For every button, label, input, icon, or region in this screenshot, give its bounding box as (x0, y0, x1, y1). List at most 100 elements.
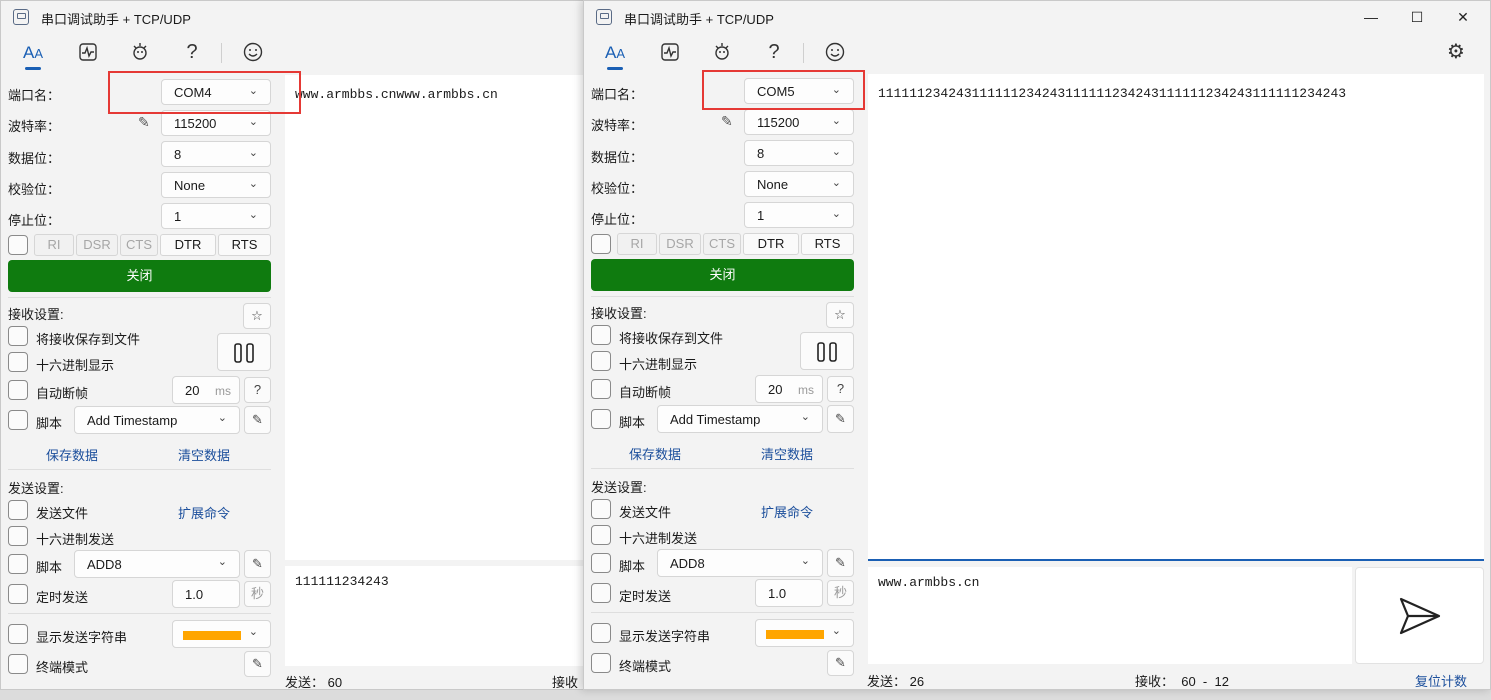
send-file-checkbox[interactable] (591, 499, 611, 519)
hex-display-checkbox[interactable] (591, 351, 611, 371)
databits-select[interactable]: 8 ⌄ (744, 140, 854, 166)
dsr-button[interactable]: DSR (659, 233, 701, 255)
ri-button[interactable]: RI (617, 233, 657, 255)
color-select[interactable]: ⌄ (755, 619, 854, 647)
save-to-file-checkbox[interactable] (591, 325, 611, 345)
minimize-icon[interactable]: — (1348, 1, 1394, 33)
font-icon[interactable]: AA (16, 35, 50, 70)
title-bar[interactable]: 串口调试助手 + TCP/UDP — ☐ ✕ (584, 1, 1490, 33)
dtr-button[interactable]: DTR (160, 234, 216, 256)
edit-script-icon[interactable]: ✎ (244, 406, 271, 434)
save-data-link[interactable]: 保存数据 (46, 445, 98, 464)
edit-baud-icon[interactable]: ✎ (138, 114, 150, 131)
send-script-select[interactable]: ADD8 ⌄ (657, 549, 823, 577)
frame-ms-input[interactable]: 20 ms (172, 376, 240, 404)
auto-frame-checkbox[interactable] (591, 379, 611, 399)
terminal-mode-checkbox[interactable] (591, 653, 611, 673)
edit-script-icon[interactable]: ✎ (827, 405, 854, 433)
help-button[interactable]: ? (244, 377, 271, 403)
cts-button[interactable]: CTS (120, 234, 158, 256)
hex-send-checkbox[interactable] (8, 526, 28, 546)
rts-button[interactable]: RTS (218, 234, 271, 256)
smiley-icon[interactable] (236, 35, 270, 69)
send-script-select[interactable]: ADD8 ⌄ (74, 550, 240, 578)
chevron-down-icon: ⌄ (831, 177, 841, 189)
databits-select[interactable]: 8 ⌄ (161, 141, 271, 167)
help-button[interactable]: ? (827, 376, 854, 402)
recv-script-select[interactable]: Add Timestamp ⌄ (657, 405, 823, 433)
save-data-link[interactable]: 保存数据 (629, 444, 681, 463)
dsr-button[interactable]: DSR (76, 234, 118, 256)
baud-select[interactable]: 115200 ⌄ (744, 109, 854, 135)
plugin-icon[interactable] (123, 35, 157, 69)
send-script-checkbox[interactable] (8, 554, 28, 574)
save-to-file-checkbox[interactable] (8, 326, 28, 346)
title-bar[interactable]: 串口调试助手 + TCP/UDP (1, 1, 589, 33)
send-script-label: 脚本 (36, 560, 63, 575)
timed-send-checkbox[interactable] (591, 583, 611, 603)
close-icon[interactable]: ✕ (1440, 1, 1486, 33)
timed-send-checkbox[interactable] (8, 584, 28, 604)
stopbits-select[interactable]: 1 ⌄ (161, 203, 271, 229)
edit-script-icon[interactable]: ✎ (827, 549, 854, 577)
plugin-icon[interactable] (705, 35, 739, 69)
cts-button[interactable]: CTS (703, 233, 741, 255)
auto-frame-checkbox[interactable] (8, 380, 28, 400)
ri-button[interactable]: RI (34, 234, 74, 256)
dtr-button[interactable]: DTR (743, 233, 799, 255)
pause-icon[interactable] (217, 333, 271, 371)
close-port-button[interactable]: 关闭 (591, 259, 854, 291)
parity-value: None (757, 177, 789, 192)
edit-script-icon[interactable]: ✎ (244, 550, 271, 578)
edit-icon[interactable]: ✎ (827, 650, 854, 676)
receive-area[interactable]: 1111112342431111112342431111112342431111… (868, 74, 1484, 561)
highlight-box (702, 70, 865, 110)
receive-area[interactable]: www.armbbs.cnwww.armbbs.cn (285, 75, 589, 560)
timer-input[interactable]: 1.0 (172, 580, 240, 608)
reset-count-link[interactable]: 复位计数 (1415, 671, 1467, 689)
color-select[interactable]: ⌄ (172, 620, 271, 648)
toolbar-separator (803, 43, 804, 63)
recv-script-select[interactable]: Add Timestamp ⌄ (74, 406, 240, 434)
close-port-button[interactable]: 关闭 (8, 260, 271, 292)
rts-button[interactable]: RTS (801, 233, 854, 255)
clear-data-link[interactable]: 清空数据 (761, 444, 813, 463)
waveform-icon[interactable] (71, 35, 105, 69)
maximize-icon[interactable]: ☐ (1394, 1, 1440, 33)
help-icon[interactable]: ? (175, 35, 209, 69)
stopbits-select[interactable]: 1 ⌄ (744, 202, 854, 228)
recv-script-checkbox[interactable] (591, 409, 611, 429)
send-button[interactable] (1355, 567, 1484, 664)
databits-value: 8 (174, 147, 182, 162)
signals-checkbox[interactable] (591, 234, 611, 254)
show-send-str-checkbox[interactable] (591, 623, 611, 643)
signals-checkbox[interactable] (8, 235, 28, 255)
gear-icon[interactable]: ⚙ (1439, 35, 1473, 69)
smiley-icon[interactable] (818, 35, 852, 69)
frame-ms-input[interactable]: 20 ms (755, 375, 823, 403)
divider (8, 297, 271, 298)
send-input[interactable]: www.armbbs.cn (868, 567, 1352, 664)
parity-select[interactable]: None ⌄ (744, 171, 854, 197)
recv-script-checkbox[interactable] (8, 410, 28, 430)
timer-input[interactable]: 1.0 (755, 579, 823, 607)
font-icon[interactable]: AA (598, 35, 632, 70)
help-icon[interactable]: ? (757, 35, 791, 69)
show-send-str-checkbox[interactable] (8, 624, 28, 644)
edit-baud-icon[interactable]: ✎ (721, 113, 733, 130)
ext-cmd-link[interactable]: 扩展命令 (761, 502, 813, 521)
terminal-mode-checkbox[interactable] (8, 654, 28, 674)
edit-icon[interactable]: ✎ (244, 651, 271, 677)
hex-send-checkbox[interactable] (591, 525, 611, 545)
send-script-checkbox[interactable] (591, 553, 611, 573)
star-icon[interactable]: ☆ (826, 302, 854, 328)
pause-icon[interactable] (800, 332, 854, 370)
waveform-icon[interactable] (653, 35, 687, 69)
send-file-checkbox[interactable] (8, 500, 28, 520)
parity-select[interactable]: None ⌄ (161, 172, 271, 198)
ext-cmd-link[interactable]: 扩展命令 (178, 503, 230, 522)
clear-data-link[interactable]: 清空数据 (178, 445, 230, 464)
hex-display-checkbox[interactable] (8, 352, 28, 372)
send-input[interactable]: 111111234243 (285, 566, 589, 666)
star-icon[interactable]: ☆ (243, 303, 271, 329)
